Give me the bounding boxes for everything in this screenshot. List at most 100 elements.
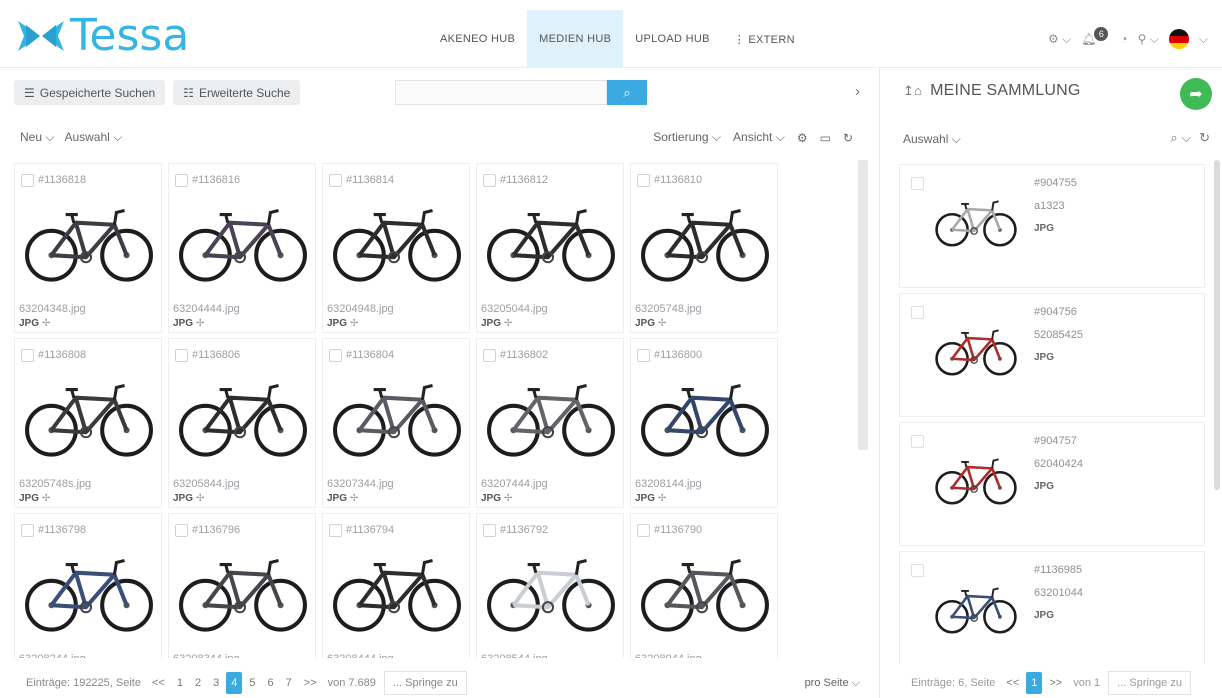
select-checkbox[interactable]	[911, 306, 924, 319]
select-checkbox[interactable]	[329, 349, 342, 362]
crop-icon[interactable]: ✢	[504, 493, 512, 504]
advanced-search-button[interactable]: ☷ Erweiterte Suche	[173, 80, 301, 105]
select-dropdown[interactable]: Auswahl ⌵	[64, 130, 122, 145]
media-card[interactable]: #1136804 63207344.jpg JPG ✢	[322, 338, 470, 508]
grid-page-2[interactable]: 2	[190, 672, 206, 694]
grid-page-7[interactable]: 7	[281, 672, 297, 694]
gauge-icon[interactable]: ◔	[1120, 32, 1127, 46]
media-card[interactable]: #113679863208244.jpgJPG✢	[14, 513, 162, 658]
refresh-icon[interactable]: ↻	[1199, 130, 1210, 146]
media-card[interactable]: #113679063208944.jpgJPG✢	[630, 513, 778, 658]
grid-page-8[interactable]: >>	[299, 672, 322, 694]
select-checkbox[interactable]	[483, 174, 496, 187]
user-icon[interactable]: ⚲ ⌵	[1138, 32, 1159, 47]
select-checkbox[interactable]	[21, 174, 34, 187]
coll-page-0[interactable]: <<	[1001, 672, 1024, 694]
crop-icon[interactable]: ✢	[196, 318, 204, 329]
select-checkbox[interactable]	[637, 349, 650, 362]
crop-icon[interactable]: ✢	[504, 318, 512, 329]
select-checkbox[interactable]	[483, 524, 496, 537]
refresh-icon[interactable]: ↻	[843, 131, 853, 145]
nav-tab-3[interactable]: ⋮ EXTERN	[722, 10, 807, 68]
bell-icon[interactable]: 🔔︎ 6	[1081, 26, 1110, 47]
crop-icon[interactable]: ✢	[350, 493, 358, 504]
media-card[interactable]: #1136810 63205748.jpg JPG ✢	[630, 163, 778, 333]
select-checkbox[interactable]	[329, 524, 342, 537]
media-card[interactable]: #1136806 63205844.jpg JPG ✢	[168, 338, 316, 508]
nav-tab-0[interactable]: AKENEO HUB	[428, 10, 527, 68]
media-type: JPG ✢	[173, 493, 204, 504]
media-filename: 63208544.jpg	[481, 653, 548, 658]
media-card[interactable]: #1136808 63205748s.jpg JPG ✢	[14, 338, 162, 508]
collection-item[interactable]: #904757 62040424 JPG	[899, 422, 1205, 546]
media-card[interactable]: #1136800 63208144.jpg JPG ✢	[630, 338, 778, 508]
crop-icon[interactable]: ✢	[350, 318, 358, 329]
share-button[interactable]: ➦	[1180, 78, 1212, 110]
settings-icon[interactable]: ⚙	[797, 131, 808, 145]
select-checkbox[interactable]	[175, 174, 188, 187]
grid-page-0[interactable]: <<	[147, 672, 170, 694]
select-checkbox[interactable]	[911, 564, 924, 577]
crop-icon[interactable]: ✢	[42, 318, 50, 329]
nav-tab-1[interactable]: MEDIEN HUB	[527, 10, 624, 68]
search-icon[interactable]: ⌕ ⌵	[1170, 130, 1191, 146]
select-checkbox[interactable]	[637, 524, 650, 537]
collection-scrollbar[interactable]	[1214, 160, 1220, 490]
sort-dropdown[interactable]: Sortierung ⌵	[653, 130, 721, 145]
select-checkbox[interactable]	[175, 524, 188, 537]
coll-page-1[interactable]: 1	[1026, 672, 1043, 694]
media-card[interactable]: #1136802 63207444.jpg JPG ✢	[476, 338, 624, 508]
grid-page-5[interactable]: 5	[244, 672, 260, 694]
flag-de-icon[interactable]	[1168, 29, 1189, 49]
crop-icon[interactable]: ✢	[42, 493, 50, 504]
chevron-right-icon[interactable]: ›	[855, 83, 860, 100]
collection-title: MEINE SAMMLUNG	[930, 82, 1081, 99]
collection-item[interactable]: #1136985 63201044 JPG	[899, 551, 1205, 664]
view-dropdown[interactable]: Ansicht ⌵	[733, 130, 785, 145]
select-checkbox[interactable]	[329, 174, 342, 187]
media-card[interactable]: #1136814 63204948.jpg JPG ✢	[322, 163, 470, 333]
select-checkbox[interactable]	[175, 349, 188, 362]
media-card[interactable]: #1136816 63204444.jpg JPG ✢	[168, 163, 316, 333]
grid-page-1[interactable]: 1	[172, 672, 188, 694]
collection-item[interactable]: #904755 a1323 JPG	[899, 164, 1205, 288]
per-page-dropdown[interactable]: pro Seite ⌵	[805, 677, 860, 690]
crop-icon[interactable]: ✢	[658, 493, 666, 504]
basket-icon[interactable]: ↥⌂	[903, 83, 922, 99]
search-input[interactable]	[395, 80, 607, 105]
new-dropdown[interactable]: Neu ⌵	[20, 130, 54, 145]
media-card[interactable]: #1136818 63204348.jpg JPG ✢	[14, 163, 162, 333]
collection-jump-button[interactable]: ... Springe zu	[1108, 671, 1191, 695]
saved-searches-button[interactable]: ☰ Gespeicherte Suchen	[14, 80, 166, 105]
media-card[interactable]: #113679263208544.jpgJPG✢	[476, 513, 624, 658]
media-card[interactable]: #113679663208344.jpgJPG✢	[168, 513, 316, 658]
nav-tab-2[interactable]: UPLOAD HUB	[623, 10, 722, 68]
media-card[interactable]: #1136812 63205044.jpg JPG ✢	[476, 163, 624, 333]
media-id: #1136790	[654, 524, 703, 536]
search-button[interactable]: ⌕	[607, 80, 647, 105]
coll-page-2[interactable]: >>	[1044, 672, 1067, 694]
bike-image	[935, 587, 1017, 634]
gear-icon[interactable]: ⚙ ⌵	[1048, 32, 1071, 47]
jump-to-page-button[interactable]: ... Springe zu	[383, 671, 467, 695]
grid-scrollbar[interactable]	[858, 160, 868, 450]
collection-select-dropdown[interactable]: Auswahl ⌵	[903, 132, 961, 147]
crop-icon[interactable]: ✢	[658, 318, 666, 329]
grid-page-6[interactable]: 6	[262, 672, 278, 694]
collection-item[interactable]: #904756 52085425 JPG	[899, 293, 1205, 417]
grid-page-3[interactable]: 3	[208, 672, 224, 694]
select-checkbox[interactable]	[21, 349, 34, 362]
media-card[interactable]: #113679463208444.jpgJPG✢	[322, 513, 470, 658]
select-checkbox[interactable]	[911, 177, 924, 190]
select-checkbox[interactable]	[483, 349, 496, 362]
crop-icon[interactable]: ✢	[196, 493, 204, 504]
app-window: Tessa AKENEO HUB MEDIEN HUB UPLOAD HUB ⋮ EX…	[0, 0, 1222, 698]
logo[interactable]: Tessa	[16, 14, 189, 58]
media-id: #1136800	[654, 349, 703, 361]
select-checkbox[interactable]	[637, 174, 650, 187]
select-checkbox[interactable]	[911, 435, 924, 448]
grid-page-4[interactable]: 4	[226, 672, 243, 694]
select-checkbox[interactable]	[21, 524, 34, 537]
chevron-down-icon[interactable]: ⌵	[1199, 32, 1208, 47]
briefcase-icon[interactable]: ▭	[820, 131, 831, 145]
